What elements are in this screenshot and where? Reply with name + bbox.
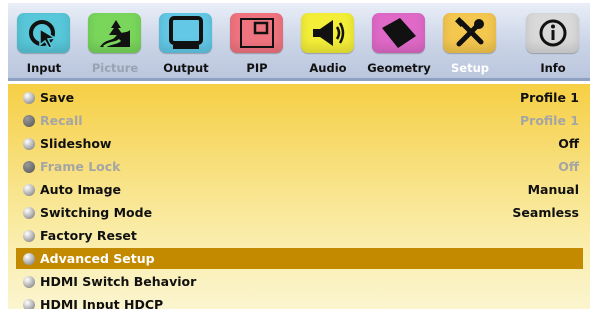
bullet-icon bbox=[23, 161, 35, 173]
bullet-icon bbox=[23, 207, 35, 219]
tab-geometry[interactable]: Geometry bbox=[367, 11, 431, 77]
bullet-icon bbox=[23, 115, 35, 127]
menu-item-slideshow[interactable]: Slideshow Off bbox=[16, 133, 583, 154]
info-icon bbox=[539, 19, 567, 47]
menu-item-value: Profile 1 bbox=[520, 113, 579, 128]
audio-tile bbox=[301, 13, 354, 53]
bullet-icon bbox=[23, 276, 35, 288]
input-cursor-icon bbox=[29, 20, 58, 49]
menu-item-label: Auto Image bbox=[40, 182, 122, 197]
menu-item-label: Frame Lock bbox=[40, 159, 121, 174]
menu-item-hdmi-input-hdcp[interactable]: HDMI Input HDCP bbox=[16, 294, 583, 309]
menu-item-switching-mode[interactable]: Switching Mode Seamless bbox=[16, 202, 583, 223]
menu-item-label: HDMI Switch Behavior bbox=[40, 274, 197, 289]
tab-info[interactable]: Info bbox=[523, 11, 585, 77]
bullet-icon bbox=[23, 184, 35, 196]
menu-item-value: Off bbox=[558, 136, 579, 151]
setup-tile bbox=[443, 13, 496, 53]
menu-item-label: HDMI Input HDCP bbox=[40, 297, 164, 309]
bullet-icon bbox=[23, 299, 35, 309]
osd-window: Input Picture Output PIP Audio Geometry … bbox=[8, 3, 590, 309]
menu-item-hdmi-switch-behavior[interactable]: HDMI Switch Behavior bbox=[16, 271, 583, 292]
menu-item-value: Off bbox=[558, 159, 579, 174]
geometry-tile bbox=[372, 13, 425, 53]
output-monitor-icon bbox=[169, 16, 203, 49]
menu-item-value: Seamless bbox=[512, 205, 579, 220]
pip-tile bbox=[230, 13, 283, 53]
bullet-icon bbox=[23, 230, 35, 242]
tab-input-label: Input bbox=[26, 61, 62, 75]
setup-tools-icon bbox=[455, 17, 484, 47]
picture-tile bbox=[88, 13, 141, 53]
tab-picture-label: Picture bbox=[91, 61, 139, 75]
menu-item-auto-image[interactable]: Auto Image Manual bbox=[16, 179, 583, 200]
bullet-icon bbox=[23, 138, 35, 150]
tab-geometry-label: Geometry bbox=[367, 61, 431, 75]
audio-speaker-icon bbox=[313, 20, 345, 46]
menu-item-value: Profile 1 bbox=[520, 90, 579, 105]
bullet-icon bbox=[23, 92, 35, 104]
menu-item-advanced-setup[interactable]: Advanced Setup bbox=[16, 248, 583, 269]
geometry-rhombus-icon bbox=[382, 18, 416, 48]
tab-setup[interactable]: Setup bbox=[440, 11, 502, 77]
tab-picture[interactable]: Picture bbox=[85, 11, 147, 77]
input-tile bbox=[17, 13, 70, 53]
picture-landscape-icon bbox=[100, 20, 130, 49]
output-tile bbox=[159, 13, 212, 53]
info-tile bbox=[526, 13, 579, 53]
tab-audio-label: Audio bbox=[309, 61, 347, 75]
menu-item-value: Manual bbox=[527, 182, 579, 197]
bullet-icon bbox=[23, 253, 35, 265]
menu-item-factory-reset[interactable]: Factory Reset bbox=[16, 225, 583, 246]
tab-output[interactable]: Output bbox=[156, 11, 218, 77]
tab-audio[interactable]: Audio bbox=[298, 11, 360, 77]
tab-bar: Input Picture Output PIP Audio Geometry … bbox=[8, 3, 590, 81]
menu-item-recall: Recall Profile 1 bbox=[16, 110, 583, 131]
tab-pip[interactable]: PIP bbox=[227, 11, 289, 77]
tab-info-label: Info bbox=[540, 61, 566, 75]
tab-output-label: Output bbox=[163, 61, 209, 75]
tab-setup-label: Setup bbox=[451, 61, 489, 75]
menu-item-save[interactable]: Save Profile 1 bbox=[16, 87, 583, 108]
menu-item-label: Slideshow bbox=[40, 136, 112, 151]
menu-item-frame-lock: Frame Lock Off bbox=[16, 156, 583, 177]
tab-pip-label: PIP bbox=[246, 61, 268, 75]
menu-item-label: Save bbox=[40, 90, 75, 105]
menu-item-label: Factory Reset bbox=[40, 228, 137, 243]
menu-item-label: Recall bbox=[40, 113, 83, 128]
setup-menu: Save Profile 1 Recall Profile 1 Slidesho… bbox=[8, 84, 590, 309]
menu-item-label: Switching Mode bbox=[40, 205, 153, 220]
tab-input[interactable]: Input bbox=[14, 11, 76, 77]
pip-window-icon bbox=[240, 18, 274, 48]
menu-item-label: Advanced Setup bbox=[40, 251, 155, 266]
